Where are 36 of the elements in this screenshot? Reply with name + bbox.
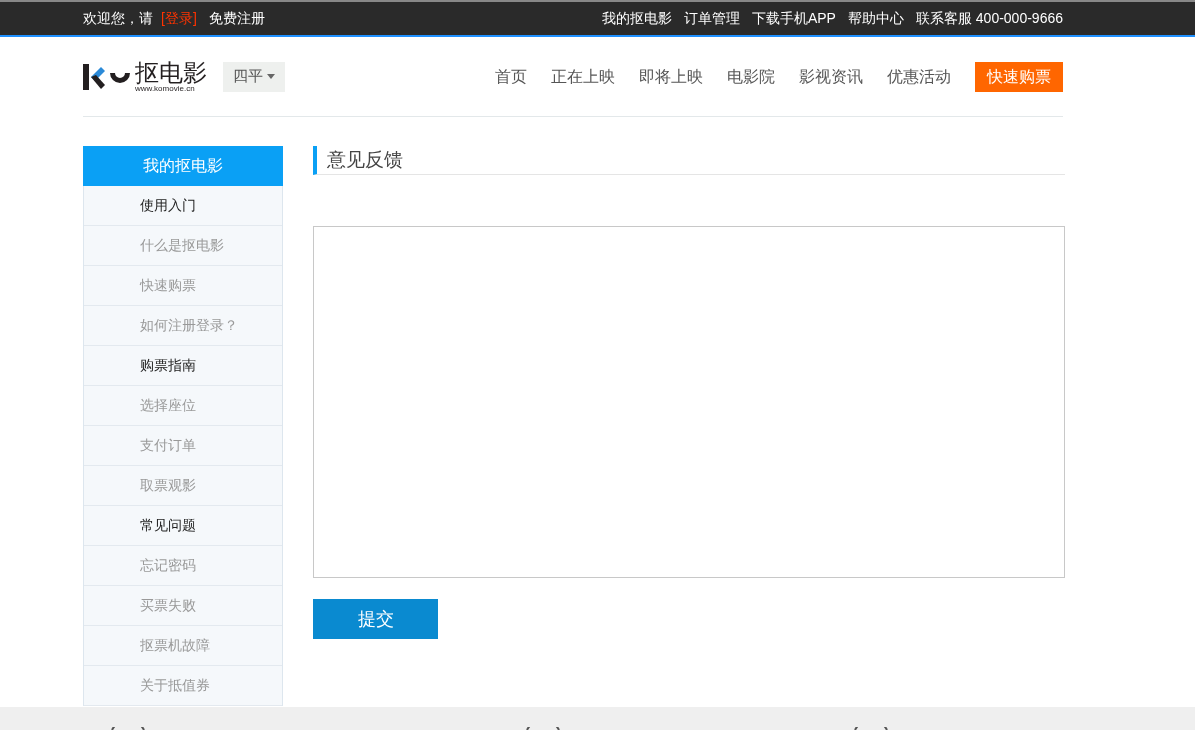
sidebar-heading: 常见问题 (84, 506, 282, 546)
sidebar-item[interactable]: 取票观影 (84, 466, 282, 506)
quick-buy-button[interactable]: 快速购票 (975, 61, 1063, 92)
nav-link[interactable]: 电影院 (727, 64, 775, 89)
logo-text: 抠电影 (135, 60, 207, 85)
hotline-text: 联系客服 400-000-9666 (915, 9, 1063, 28)
sidebar-item[interactable]: 关于抵值券 (84, 666, 282, 706)
city-dropdown[interactable]: 四平 (223, 61, 285, 92)
top-link[interactable]: 下载手机APP (751, 8, 836, 29)
logo-url: www.komovie.cn (135, 84, 195, 93)
sidebar-title: 我的抠电影 (83, 146, 283, 186)
top-link[interactable]: 订单管理 (683, 8, 740, 29)
sidebar-item[interactable]: 选择座位 (84, 386, 282, 426)
nav-link[interactable]: 即将上映 (639, 64, 703, 89)
login-link[interactable]: [登录] (161, 8, 197, 29)
feedback-input[interactable] (313, 226, 1065, 578)
sidebar-item[interactable]: 抠票机故障 (84, 626, 282, 666)
nav-link[interactable]: 首页 (495, 64, 527, 89)
nav-link[interactable]: 影视资讯 (799, 64, 863, 89)
page-title: 意见反馈 (313, 146, 1065, 175)
caret-icon (267, 74, 275, 79)
sidebar-item[interactable]: 什么是抠电影 (84, 226, 282, 266)
sidebar-heading: 购票指南 (84, 346, 282, 386)
nav-link[interactable]: 正在上映 (551, 64, 615, 89)
top-link[interactable]: 帮助中心 (847, 8, 904, 29)
sidebar-heading: 使用入门 (84, 186, 282, 226)
sidebar-item[interactable]: 快速购票 (84, 266, 282, 306)
top-link[interactable]: 我的抠电影 (601, 8, 672, 29)
nav-link[interactable]: 优惠活动 (887, 64, 951, 89)
sidebar-item[interactable]: 买票失败 (84, 586, 282, 626)
sidebar-item[interactable]: 忘记密码 (84, 546, 282, 586)
register-link[interactable]: 免费注册 (208, 8, 265, 29)
sidebar-item[interactable]: 如何注册登录？ (84, 306, 282, 346)
submit-button[interactable]: 提交 (313, 599, 438, 639)
sidebar-item[interactable]: 支付订单 (84, 426, 282, 466)
greeting-text: 欢迎您，请 (83, 9, 153, 28)
